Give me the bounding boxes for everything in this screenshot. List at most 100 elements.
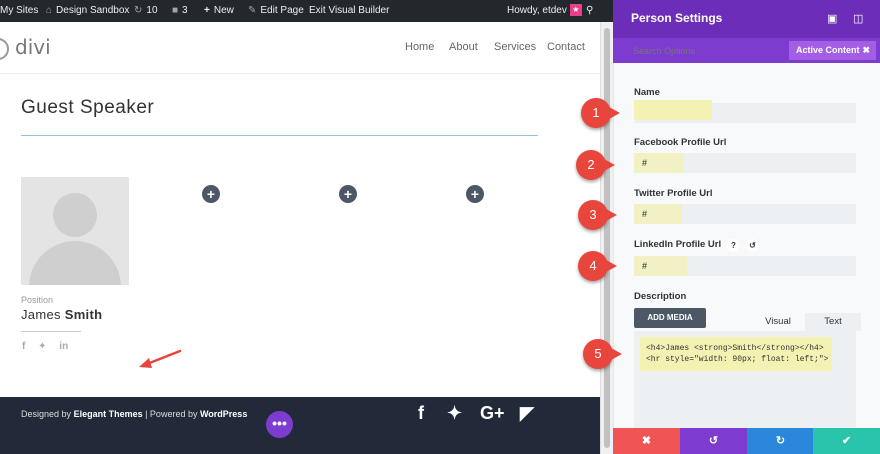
site-logo[interactable]: divi [0, 35, 51, 60]
footer-twitter-icon[interactable]: ✦ [447, 403, 462, 424]
twitter-icon[interactable]: ✦ [38, 341, 46, 352]
help-icon[interactable]: ? [727, 239, 740, 252]
search-icon[interactable]: ⚲ [586, 0, 593, 22]
add-media-button[interactable]: ADD MEDIA [634, 308, 706, 328]
builder-more-button[interactable]: ••• [266, 411, 293, 438]
site-name-link[interactable]: ⌂ Design Sandbox [46, 0, 129, 22]
plus-icon: + [204, 5, 210, 16]
new-label: New [213, 5, 234, 16]
close-icon[interactable]: ✖ [862, 41, 870, 60]
title-divider [21, 135, 538, 136]
home-icon: ⌂ [46, 5, 53, 16]
code-line-1: <h4>James <strong>Smith</strong></h4> [646, 344, 824, 353]
nav-home[interactable]: Home [405, 41, 434, 53]
expand-icon[interactable]: ▣ [827, 12, 837, 25]
footer-theme-author[interactable]: Elegant Themes [74, 409, 143, 419]
my-sites-link[interactable]: My Sites [0, 0, 38, 22]
add-module-button[interactable]: + [466, 185, 484, 203]
name-label: Name [634, 87, 660, 98]
reset-icon[interactable]: ↺ [746, 239, 759, 252]
facebook-icon[interactable]: f [22, 341, 25, 352]
edit-page-link[interactable]: ✎ Edit Page [248, 0, 304, 22]
logo-text: divi [15, 35, 51, 59]
footer-designed-by: Designed by [21, 409, 72, 419]
description-label: Description [634, 291, 687, 302]
page-title: Guest Speaker [21, 97, 155, 118]
logo-mark-icon [0, 37, 9, 60]
add-module-button[interactable]: + [202, 185, 220, 203]
avatar: ★ [569, 4, 582, 17]
footer-credit: Designed by Elegant Themes | Powered by … [21, 409, 247, 419]
refresh-icon: ↻ [134, 5, 143, 16]
footer-platform[interactable]: WordPress [200, 409, 247, 419]
annotation-marker-1: 1 [581, 98, 620, 128]
description-code: <h4>James <strong>Smith</strong></h4> <h… [640, 337, 832, 371]
comment-icon: ■ [172, 5, 179, 16]
save-button[interactable]: ✔ [813, 428, 880, 454]
footer-googleplus-icon[interactable]: G+ [480, 403, 505, 424]
site-footer: Designed by Elegant Themes | Powered by … [0, 397, 600, 454]
tab-visual[interactable]: Visual [750, 313, 806, 331]
name-divider [21, 331, 81, 332]
comments-link[interactable]: ■ 3 [172, 0, 188, 22]
description-editor[interactable]: <h4>James <strong>Smith</strong></h4> <h… [634, 331, 856, 428]
twitter-url-label: Twitter Profile Url [634, 188, 713, 199]
greeting-label: Howdy, etdev [507, 5, 567, 16]
linkedin-icon[interactable]: in [59, 341, 68, 352]
exit-builder-link[interactable]: Exit Visual Builder [309, 0, 389, 22]
annotation-marker-3: 3 [578, 200, 617, 230]
new-link[interactable]: + New [204, 0, 234, 22]
site-header: divi Home About Services Contact [0, 22, 600, 74]
account-link[interactable]: Howdy, etdev ★ [507, 0, 582, 22]
page-scrollbar[interactable] [600, 22, 613, 454]
linkedin-url-label-text: LinkedIn Profile Url [634, 239, 722, 250]
admin-bar: My Sites ⌂ Design Sandbox ↻ 10 ■ 3 + New ✎ Ed… [0, 0, 613, 22]
avatar-body-shape [29, 241, 121, 285]
pencil-icon: ✎ [248, 5, 257, 16]
add-module-button[interactable]: + [339, 185, 357, 203]
edit-page-label: Edit Page [260, 5, 304, 16]
sidebar-toggle-icon[interactable]: ◫ [853, 12, 863, 25]
person-social-icons: f ✦ in [22, 341, 78, 352]
person-position: Position [21, 295, 54, 305]
panel-action-bar: ✖ ↺ ↻ ✔ [613, 428, 880, 454]
person-photo-placeholder [21, 177, 129, 285]
person-name: James Smith [21, 307, 102, 322]
person-last-name: Smith [64, 307, 103, 322]
panel-search-bar: Active Content✖ [613, 38, 880, 63]
nav-services[interactable]: Services [494, 41, 536, 53]
facebook-url-value: # [642, 158, 648, 168]
panel-body: Name Facebook Profile Url # Twitter Prof… [613, 63, 880, 428]
cancel-button[interactable]: ✖ [613, 428, 680, 454]
linkedin-url-value: # [642, 261, 648, 271]
updates-count: 10 [146, 5, 158, 16]
twitter-url-value: # [642, 209, 648, 219]
site-name-label: Design Sandbox [56, 5, 130, 16]
settings-panel: Person Settings ▣ ◫ Active Content✖ Name… [613, 0, 880, 454]
active-content-filter[interactable]: Active Content ✖ [789, 41, 876, 60]
footer-facebook-icon[interactable]: f [418, 403, 424, 424]
tab-text[interactable]: Text [805, 313, 861, 331]
nav-contact[interactable]: Contact [547, 41, 585, 53]
facebook-url-label: Facebook Profile Url [634, 137, 727, 148]
search-options-input[interactable] [617, 41, 787, 61]
footer-rss-icon[interactable]: ◤ [520, 403, 534, 424]
annotation-marker-4: 4 [578, 251, 617, 281]
footer-separator: | Powered by [142, 409, 200, 419]
active-filter-label: Active Content [796, 45, 860, 55]
panel-title: Person Settings [631, 11, 723, 25]
updates-link[interactable]: ↻ 10 [134, 0, 158, 22]
person-first-name: James [21, 307, 61, 322]
page-content: Guest Speaker + + + Position James Smith… [0, 75, 600, 397]
nav-about[interactable]: About [449, 41, 478, 53]
scrollbar-thumb[interactable] [604, 28, 610, 448]
avatar-head-shape [53, 193, 97, 237]
redo-button[interactable]: ↻ [747, 428, 814, 454]
panel-header: Person Settings ▣ ◫ [613, 0, 880, 38]
undo-button[interactable]: ↺ [680, 428, 747, 454]
comments-count: 3 [182, 5, 188, 16]
code-line-2: <hr style="width: 90px; float: left;"> [646, 355, 829, 364]
annotation-arrow [139, 349, 182, 368]
highlight-box [634, 100, 712, 120]
annotation-marker-2: 2 [576, 150, 615, 180]
